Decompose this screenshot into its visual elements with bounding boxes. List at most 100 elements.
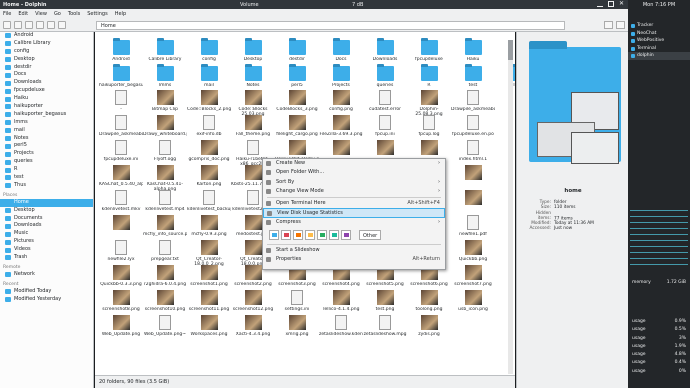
file-item[interactable]: screenshot1.png (187, 265, 231, 287)
file-item[interactable]: gcompris_doc.png (187, 140, 231, 162)
file-item[interactable]: Docs (319, 38, 363, 62)
sidebar-place-item[interactable]: Home (0, 198, 93, 207)
file-item[interactable]: kdenlivetest.mp4 (143, 190, 187, 212)
file-item[interactable] (363, 140, 407, 157)
split-button[interactable] (58, 21, 66, 29)
context-menu-item[interactable]: Open Terminal Here Alt+Shift+F4 (263, 199, 445, 208)
sidebar-folder-item[interactable]: haikuporter_begasus (0, 111, 93, 119)
compact-view-button[interactable] (36, 21, 44, 29)
context-menu-item[interactable]: Create New › (263, 159, 445, 168)
sidebar-recent-item[interactable]: Modified Yesterday (0, 296, 93, 304)
file-item[interactable]: - (99, 90, 143, 112)
sidebar-place-item[interactable]: Trash (0, 254, 93, 262)
sidebar-place-item[interactable]: Videos (0, 246, 93, 254)
file-item[interactable]: config.png (319, 90, 363, 112)
hamburger-menu-button[interactable] (616, 21, 625, 29)
file-item[interactable]: fpcupdeluxe.ini (99, 140, 143, 162)
file-item[interactable]: screenshot11.png (187, 290, 231, 312)
file-item[interactable]: Desktop (231, 38, 275, 62)
file-item[interactable]: Xacti-4.3.4.png (231, 315, 275, 337)
sidebar-folder-item[interactable]: Android (0, 32, 93, 40)
sidebar-place-item[interactable]: Documents (0, 215, 93, 223)
file-item[interactable]: R (407, 63, 451, 88)
sidebar-folder-item[interactable]: fpcupdeluxe (0, 87, 93, 95)
back-button[interactable] (3, 21, 11, 29)
file-item[interactable]: zetaslideshow.mpg (363, 315, 407, 337)
file-item[interactable]: fpcup.log (407, 115, 451, 137)
file-item[interactable]: exif-info.db (187, 115, 231, 137)
file-item[interactable]: xmrig.png (275, 315, 319, 337)
sidebar-folder-item[interactable]: lmms (0, 119, 93, 127)
context-menu-item[interactable]: Start a Slideshow (263, 246, 445, 255)
file-item[interactable] (451, 190, 495, 207)
file-item[interactable]: kdenlivetest_backup0.kdenlive (187, 190, 231, 212)
file-item[interactable]: newfile1.pdf (451, 215, 495, 237)
taskbar-item[interactable]: NeoChat (628, 30, 690, 38)
folder-color-swatch[interactable] (281, 230, 291, 241)
sidebar-folder-item[interactable]: Calibre Library (0, 40, 93, 48)
file-item[interactable]: mail (187, 63, 231, 88)
sidebar-folder-item[interactable]: Thus (0, 182, 93, 190)
file-item[interactable]: haikuporter_begasus (99, 63, 143, 88)
sidebar-folder-item[interactable]: Haiku (0, 95, 93, 103)
file-item[interactable]: usb_icon.png (451, 290, 495, 312)
sidebar-place-item[interactable]: Music (0, 230, 93, 238)
forward-button[interactable] (14, 21, 22, 29)
file-item[interactable] (319, 140, 363, 157)
sidebar-folder-item[interactable]: config (0, 48, 93, 56)
file-item[interactable]: settings.ini (275, 290, 319, 312)
context-menu-item[interactable]: Change View Mode › (263, 187, 445, 196)
file-item[interactable]: KasChat-0.5.41-alpha.png (143, 165, 187, 192)
file-item[interactable]: Notes (231, 63, 275, 88)
breadcrumb[interactable]: Home (96, 21, 565, 30)
file-item[interactable]: Downloads (363, 38, 407, 62)
file-item[interactable]: CodeBlocks_3.png (275, 90, 319, 112)
file-item[interactable]: Drawpile_askmeaboutdoora (99, 115, 143, 137)
file-item[interactable]: Haiku (451, 38, 495, 62)
file-item[interactable] (451, 165, 495, 182)
folder-color-swatch[interactable] (293, 230, 303, 241)
file-item[interactable]: filelight_cargo.png (275, 115, 319, 137)
file-item[interactable] (407, 140, 451, 157)
context-menu-item[interactable]: View Disk Usage Statistics (263, 208, 445, 218)
menu-file[interactable]: File (3, 11, 11, 17)
file-item[interactable]: prepgear.txt (143, 240, 187, 262)
file-item[interactable]: mcfly-0.9.3.png (187, 215, 231, 237)
file-item[interactable]: queries (363, 63, 407, 88)
folder-color-swatch[interactable] (317, 230, 327, 241)
file-item[interactable]: Fall_theme.png (231, 115, 275, 137)
file-item[interactable]: Karton.png (187, 165, 231, 187)
file-item[interactable]: Quickbb-0.3.3.png (99, 265, 143, 287)
file-item[interactable]: mcfly_info_source.png (143, 215, 187, 237)
file-item[interactable]: kdenlivetest.mkv (99, 190, 143, 212)
file-item[interactable]: Tellico-4.1.4.png (319, 290, 363, 312)
file-item[interactable]: newfile2.lyx (99, 240, 143, 262)
scrollbar-thumb[interactable] (508, 40, 513, 60)
maximize-icon[interactable] (608, 1, 614, 7)
folder-color-swatch[interactable] (341, 230, 351, 241)
folder-color-swatch[interactable] (305, 230, 315, 241)
file-item[interactable]: Code::Blocks 25.03.png (231, 90, 275, 117)
sidebar-folder-item[interactable]: Notes (0, 135, 93, 143)
breadcrumb-home[interactable]: Home (101, 23, 116, 29)
menu-edit[interactable]: Edit (18, 11, 28, 17)
sidebar-folder-item[interactable]: Docs (0, 71, 93, 79)
file-item[interactable]: Bitmap Clip (143, 90, 187, 112)
sidebar-folder-item[interactable]: Downloads (0, 79, 93, 87)
menu-settings[interactable]: Settings (87, 11, 108, 17)
file-item[interactable]: screenshot8.png (99, 290, 143, 312)
close-icon[interactable]: ✕ (619, 1, 625, 7)
file-item[interactable]: Flyoff.ogg (143, 140, 187, 162)
file-item[interactable]: KASChat_0.5.40_alpha.png (99, 165, 143, 187)
taskbar-item[interactable]: Terminal (628, 45, 690, 53)
file-item[interactable]: config (187, 38, 231, 62)
sidebar-recent-item[interactable]: Modified Today (0, 288, 93, 296)
file-item[interactable]: zydis.png (407, 315, 451, 337)
sidebar-folder-item[interactable]: perl5 (0, 142, 93, 150)
context-menu-item[interactable]: Compress › (263, 218, 445, 227)
sidebar-place-item[interactable]: Desktop (0, 207, 93, 215)
menu-view[interactable]: View (35, 11, 47, 17)
taskbar-item[interactable]: dolphin (628, 52, 690, 60)
search-button[interactable] (604, 21, 613, 29)
sidebar-folder-item[interactable]: R (0, 166, 93, 174)
